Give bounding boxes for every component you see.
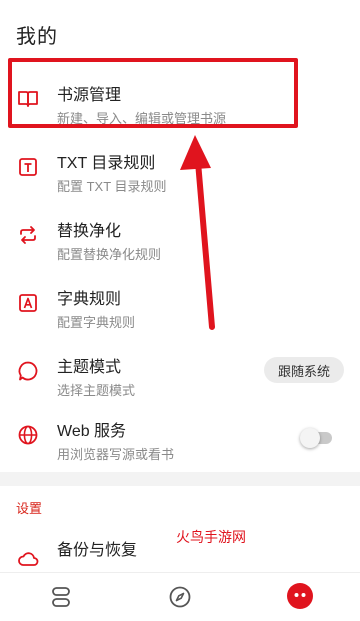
theme-bubble-icon — [17, 360, 39, 382]
mine-icon[interactable] — [287, 583, 313, 609]
settings-section-label: 设置 — [16, 501, 43, 516]
book-open-icon — [17, 88, 39, 110]
cloud-icon — [17, 548, 39, 570]
menu-item-replace-purify[interactable]: 替换净化 配置替换净化规则 — [0, 204, 360, 272]
menu-item-title: 备份与恢复 — [57, 542, 138, 559]
menu-item-title: 替换净化 — [57, 223, 122, 240]
menu-item-subtitle: 配置字典规则 — [57, 315, 136, 330]
menu-item-subtitle: 新建、导入、编辑或管理书源 — [57, 111, 227, 126]
menu-item-subtitle: 配置替换净化规则 — [57, 247, 162, 262]
bookshelf-icon[interactable] — [47, 583, 75, 611]
section-divider — [0, 472, 360, 486]
watermark: 火鸟手游网 — [176, 530, 246, 546]
menu-item-dictionary-rules[interactable]: 字典规则 配置字典规则 — [0, 272, 360, 340]
menu-item-title: TXT 目录规则 — [57, 155, 156, 172]
menu-item-title: 书源管理 — [57, 87, 122, 104]
txt-rule-icon — [17, 156, 39, 178]
menu-item-title: Web 服务 — [57, 423, 127, 440]
dictionary-icon — [17, 292, 39, 314]
theme-mode-value-chip[interactable]: 跟随系统 — [264, 357, 344, 383]
web-service-toggle[interactable] — [300, 428, 334, 448]
menu-item-title: 字典规则 — [57, 291, 122, 308]
page-title: 我的 — [16, 26, 58, 48]
menu-item-subtitle: 选择主题模式 — [57, 383, 136, 398]
menu-item-subtitle: 配置 TXT 目录规则 — [57, 179, 167, 194]
menu-item-book-source[interactable]: 书源管理 新建、导入、编辑或管理书源 — [0, 68, 360, 136]
globe-icon — [17, 424, 39, 446]
menu-item-subtitle: 用浏览器写源或看书 — [57, 447, 175, 462]
replace-arrows-icon — [17, 224, 39, 246]
bottom-navigation — [0, 572, 360, 621]
toggle-knob — [300, 428, 320, 448]
menu-item-title: 主题模式 — [57, 359, 122, 376]
explore-compass-icon[interactable] — [166, 583, 194, 611]
menu-item-txt-rules[interactable]: TXT 目录规则 配置 TXT 目录规则 — [0, 136, 360, 204]
